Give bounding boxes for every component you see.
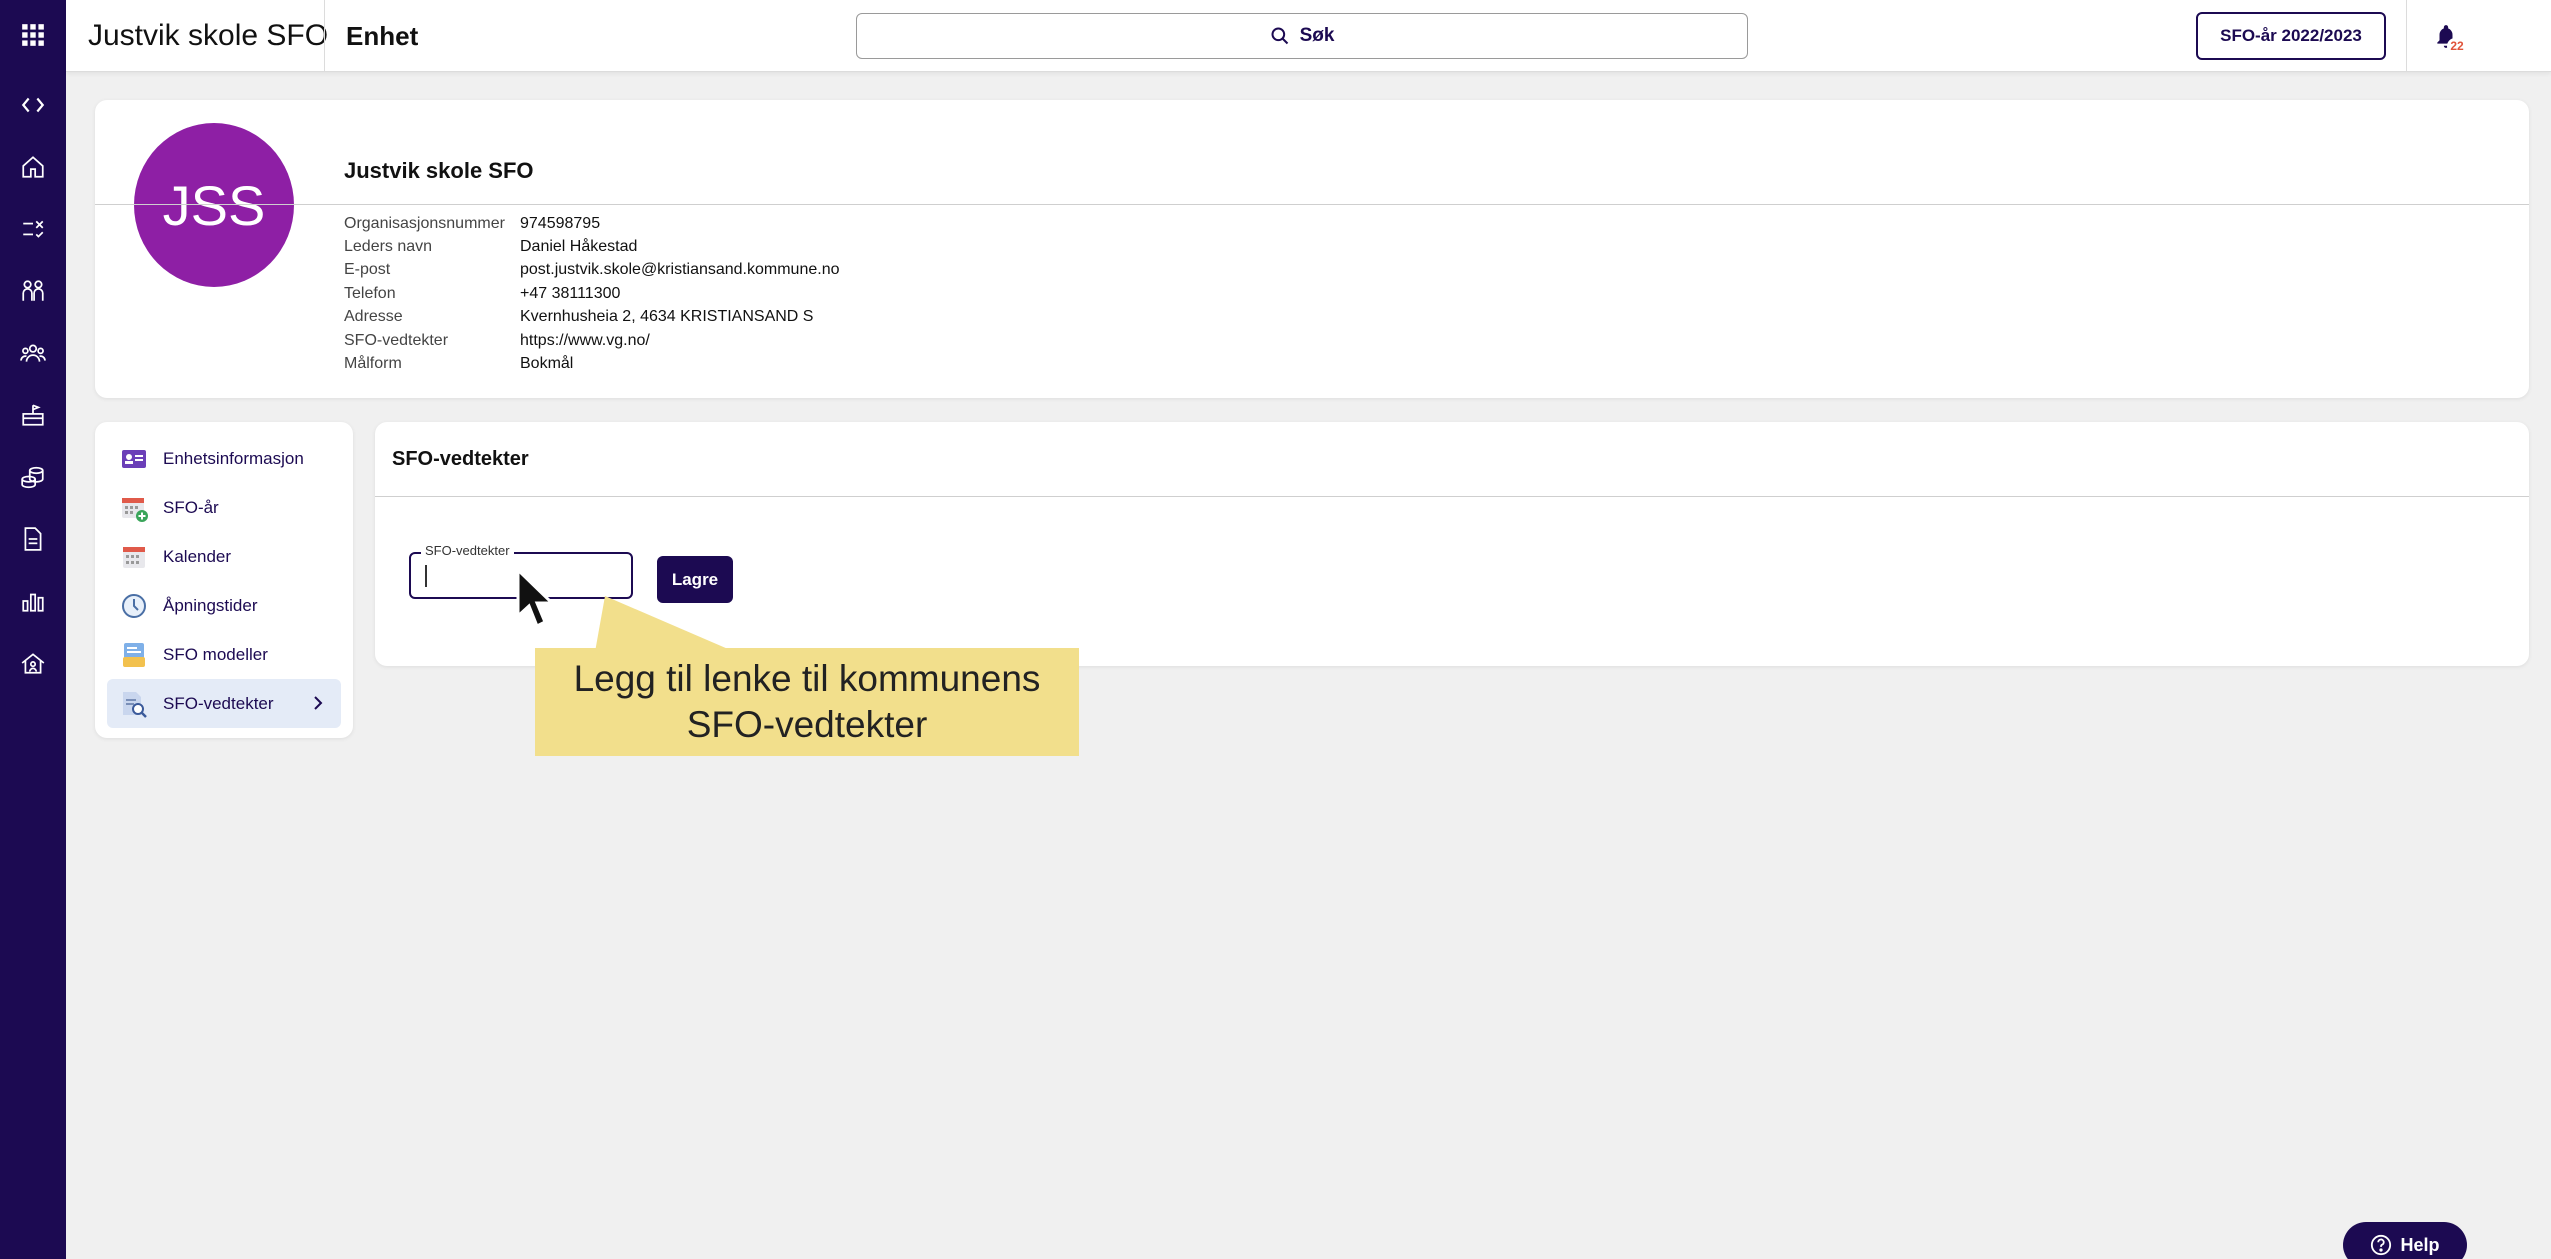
notification-badge: 22 <box>2447 38 2467 54</box>
info-label: E-post <box>344 261 391 279</box>
tooltip-line: SFO-vedtekter <box>686 704 928 745</box>
apps-grid-icon[interactable] <box>0 4 66 66</box>
info-label: SFO-vedtekter <box>344 331 449 349</box>
document-search-icon <box>123 691 147 718</box>
text-caret <box>425 565 427 587</box>
info-value: post.justvik.skole@kristiansand.kommune.… <box>520 261 840 279</box>
documents-icon[interactable] <box>0 508 66 570</box>
chevron-right-icon <box>314 696 323 710</box>
notifications-button[interactable]: 22 <box>2426 16 2467 56</box>
info-label: Leders navn <box>344 238 433 256</box>
menu-item-label: Åpningstider <box>163 595 258 615</box>
reports-icon[interactable] <box>0 570 66 632</box>
info-value: Kvernhusheia 2, 4634 KRISTIANSAND S <box>520 308 814 326</box>
info-label: Adresse <box>344 308 403 326</box>
search-label: Søk <box>1299 25 1335 46</box>
code-toggle-icon[interactable] <box>0 74 66 136</box>
field-label: SFO-vedtekter <box>421 543 514 558</box>
info-label: Organisasjonsnummer <box>344 214 505 232</box>
app-title: Justvik skole SFO <box>88 19 329 52</box>
unit-settings-menu: Enhetsinformasjon SFO-år Kalender Åpning… <box>95 422 353 738</box>
section-title: Enhet <box>346 21 419 51</box>
unit-avatar: JSS <box>134 123 294 287</box>
menu-item-kalender[interactable]: Kalender <box>107 532 341 581</box>
help-button[interactable]: Help <box>2343 1222 2467 1259</box>
info-value: 974598795 <box>520 214 601 232</box>
menu-item-label: Enhetsinformasjon <box>163 448 304 468</box>
info-label: Målform <box>344 355 402 373</box>
help-label: Help <box>2400 1234 2440 1255</box>
search-icon <box>1271 27 1288 45</box>
models-icon <box>123 642 145 667</box>
organization-icon[interactable] <box>0 632 66 694</box>
calendar-add-icon <box>122 497 148 522</box>
menu-item-enhetsinformasjon[interactable]: Enhetsinformasjon <box>107 434 341 483</box>
unit-name: Justvik skole SFO <box>344 158 534 183</box>
tasks-icon[interactable] <box>0 198 66 260</box>
info-row: Leders navn Daniel Håkestad <box>344 235 840 258</box>
info-value: Bokmål <box>520 355 574 373</box>
menu-item-label: Kalender <box>163 546 232 566</box>
info-label: Telefon <box>344 284 396 302</box>
unit-profile-card: JSS Justvik skole SFO Organisasjonsnumme… <box>95 100 2529 398</box>
home-icon[interactable] <box>0 136 66 198</box>
info-row: SFO-vedtekter https://www.vg.no/ <box>344 329 840 352</box>
children-icon[interactable] <box>0 260 66 322</box>
tooltip-line: Legg til lenke til kommunens <box>573 658 1041 699</box>
divider <box>95 204 2529 205</box>
divider <box>324 0 325 72</box>
info-row: E-post post.justvik.skole@kristiansand.k… <box>344 259 840 282</box>
info-row: Telefon +47 38111300 <box>344 282 840 305</box>
menu-item-apningstider[interactable]: Åpningstider <box>107 581 341 630</box>
menu-item-sfo-vedtekter[interactable]: SFO-vedtekter <box>107 679 341 728</box>
id-card-icon <box>122 449 146 468</box>
left-rail <box>0 0 66 1259</box>
tooltip-pointer <box>595 596 735 652</box>
info-row: Organisasjonsnummer 974598795 <box>344 212 840 235</box>
info-row: Adresse Kvernhusheia 2, 4634 KRISTIANSAN… <box>344 306 840 329</box>
top-bar: Justvik skole SFO Enhet Søk SFO-år 2022/… <box>66 0 2551 72</box>
calendar-icon <box>123 546 145 568</box>
divider <box>2406 0 2407 72</box>
info-value: Daniel Håkestad <box>520 238 638 256</box>
search-input[interactable]: Søk <box>856 13 1748 59</box>
help-icon <box>2371 1234 2392 1256</box>
info-row: Målform Bokmål <box>344 352 840 375</box>
info-value: https://www.vg.no/ <box>520 331 650 349</box>
menu-item-label: SFO-år <box>163 497 219 517</box>
tutorial-tooltip: Legg til lenke til kommunens SFO-vedtekt… <box>535 648 1079 756</box>
menu-item-sfo-ar[interactable]: SFO-år <box>107 483 341 532</box>
clock-icon <box>122 593 146 618</box>
unit-info-table: Organisasjonsnummer 974598795 Leders nav… <box>344 212 840 376</box>
menu-item-label: SFO modeller <box>163 644 268 664</box>
panel-title: SFO-vedtekter <box>392 448 529 470</box>
mouse-cursor-icon <box>516 568 556 629</box>
info-value: +47 38111300 <box>520 284 621 302</box>
divider <box>375 496 2529 497</box>
menu-item-sfo-modeller[interactable]: SFO modeller <box>107 630 341 679</box>
payments-icon[interactable] <box>0 446 66 508</box>
menu-item-label: SFO-vedtekter <box>163 693 274 713</box>
groups-icon[interactable] <box>0 322 66 384</box>
school-icon[interactable] <box>0 384 66 446</box>
school-year-button[interactable]: SFO-år 2022/2023 <box>2196 12 2386 60</box>
